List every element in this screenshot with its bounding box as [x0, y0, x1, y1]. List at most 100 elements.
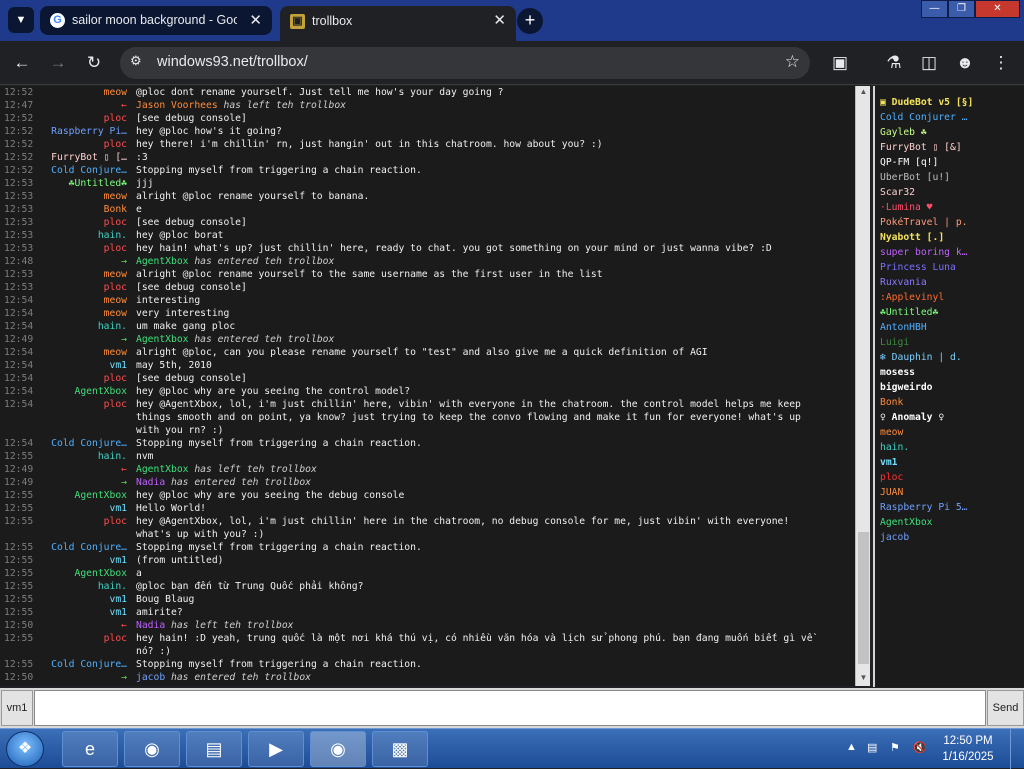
tab-sailor-moon[interactable]: G sailor moon background - Goo ✕ [40, 6, 272, 35]
file-explorer-icon[interactable]: ▤ [186, 731, 242, 767]
user-list-item[interactable]: :Applevinyl [875, 290, 1021, 305]
message-nick[interactable]: ploc [104, 372, 127, 385]
side-panel-icon[interactable]: ◫ [917, 51, 941, 75]
message-nick[interactable]: hain. [98, 320, 127, 333]
user-list-item[interactable]: ploc [875, 470, 1021, 485]
system-user-name[interactable]: AgentXbox [136, 256, 189, 267]
labs-icon[interactable]: ⚗ [882, 51, 906, 75]
network-icon[interactable]: ▤ [867, 741, 877, 754]
omnibox[interactable]: ⚙ windows93.net/trollbox/ ☆ [120, 47, 810, 79]
user-list-item[interactable]: bigweirdo [875, 380, 1021, 395]
message-nick[interactable]: Cold Conjure… [51, 658, 127, 671]
volume-muted-icon[interactable]: 🔇 [913, 741, 927, 754]
message-nick[interactable]: ploc [104, 398, 127, 411]
message-nick[interactable]: ☘Untitled☘ [69, 177, 127, 190]
user-list-item[interactable]: super boring k… [875, 245, 1021, 260]
user-list-item[interactable]: Gayleb ☘ [875, 125, 1021, 140]
site-settings-icon[interactable]: ⚙ [130, 53, 142, 69]
user-list-item[interactable]: vm1 [875, 455, 1021, 470]
user-list-item[interactable]: JUAN [875, 485, 1021, 500]
user-list-item[interactable]: Cold Conjurer … [875, 110, 1021, 125]
maximize-button[interactable]: ❐ [948, 0, 975, 18]
forward-icon[interactable]: → [46, 51, 70, 75]
message-input[interactable] [34, 690, 986, 726]
user-list-item[interactable]: Raspberry Pi 5… [875, 500, 1021, 515]
media-player-icon[interactable]: ▶ [248, 731, 304, 767]
user-list-item[interactable]: jacob [875, 530, 1021, 545]
user-list-item[interactable]: Luigi [875, 335, 1021, 350]
chat-log[interactable]: 12:52 meow @ploc dont rename yourself. Jus… [0, 86, 855, 686]
user-list-item[interactable]: ♀ Anomaly ♀ [875, 410, 1021, 425]
start-button-icon[interactable]: ❖ [6, 731, 44, 767]
chat-scrollbar[interactable]: ▲ ▼ [855, 86, 870, 686]
message-nick[interactable]: ploc [104, 216, 127, 229]
user-list-item[interactable]: ·Lumina ♥ [875, 200, 1021, 215]
window-close-button[interactable]: ✕ [975, 0, 1020, 18]
show-hidden-icons-icon[interactable]: ▲ [846, 741, 857, 753]
scroll-up-icon[interactable]: ▲ [856, 87, 871, 99]
message-nick[interactable]: vm1 [110, 502, 128, 515]
profile-avatar-icon[interactable]: ☻ [953, 51, 977, 75]
user-list-item[interactable]: FurryBot ▯ [&] [875, 140, 1021, 155]
system-user-name[interactable]: Nadia [136, 477, 165, 488]
message-nick[interactable]: Cold Conjure… [51, 437, 127, 450]
message-nick[interactable]: vm1 [110, 554, 128, 567]
message-nick[interactable]: meow [104, 294, 127, 307]
minimize-button[interactable]: — [921, 0, 948, 18]
back-icon[interactable]: ← [10, 51, 34, 75]
message-nick[interactable]: AgentXbox [75, 489, 128, 502]
tab-trollbox[interactable]: ▣ trollbox ✕ [280, 6, 516, 41]
user-list-item[interactable]: ▣ DudeBot v5 [§] [875, 95, 1021, 110]
message-nick[interactable]: AgentXbox [75, 567, 128, 580]
extensions-icon[interactable]: ▣ [828, 51, 852, 75]
message-nick[interactable]: Bonk [104, 203, 127, 216]
user-list-item[interactable]: Bonk [875, 395, 1021, 410]
message-nick[interactable]: meow [104, 307, 127, 320]
system-user-name[interactable]: AgentXbox [136, 464, 189, 475]
system-user-name[interactable]: AgentXbox [136, 334, 189, 345]
user-list-item[interactable]: hain. [875, 440, 1021, 455]
message-nick[interactable]: Raspberry Pi… [51, 125, 127, 138]
message-nick[interactable]: FurryBot ▯ [… [51, 151, 127, 164]
send-button[interactable]: Send [987, 690, 1024, 726]
task-manager-icon[interactable]: ▩ [372, 731, 428, 767]
user-list-item[interactable]: PokéTravel | p. [875, 215, 1021, 230]
message-nick[interactable]: ploc [104, 515, 127, 528]
user-list-item[interactable]: UberBot [u!] [875, 170, 1021, 185]
user-list-item[interactable]: QP-FM [q!] [875, 155, 1021, 170]
message-nick[interactable]: ploc [104, 112, 127, 125]
chrome-taskbar-icon[interactable]: ◉ [310, 731, 366, 767]
scrollbar-thumb[interactable] [858, 532, 869, 664]
firefox-icon[interactable]: ◉ [124, 731, 180, 767]
user-list-item[interactable]: mosess [875, 365, 1021, 380]
message-nick[interactable]: vm1 [110, 359, 128, 372]
message-nick[interactable]: Cold Conjure… [51, 541, 127, 554]
message-nick[interactable]: meow [104, 346, 127, 359]
close-icon[interactable]: ✕ [249, 6, 262, 35]
flag-icon[interactable]: ⚑ [890, 741, 900, 754]
user-list-item[interactable]: AntonHBH [875, 320, 1021, 335]
user-list-item[interactable]: meow [875, 425, 1021, 440]
tab-search-button[interactable]: ▼ [8, 7, 34, 33]
user-list-item[interactable]: AgentXbox [875, 515, 1021, 530]
user-list-item[interactable]: Princess Luna [875, 260, 1021, 275]
new-tab-button[interactable]: + [517, 8, 543, 34]
message-nick[interactable]: AgentXbox [75, 385, 128, 398]
user-list-item[interactable]: Ruxvania [875, 275, 1021, 290]
user-list-item[interactable]: Nyabott [.] [875, 230, 1021, 245]
message-nick[interactable]: hain. [98, 450, 127, 463]
close-icon[interactable]: ✕ [493, 6, 506, 36]
nickname-button[interactable]: vm1 [1, 690, 33, 726]
message-nick[interactable]: meow [104, 268, 127, 281]
bookmark-star-icon[interactable]: ☆ [785, 52, 800, 72]
internet-explorer-icon[interactable]: e [62, 731, 118, 767]
scroll-down-icon[interactable]: ▼ [856, 673, 871, 685]
user-list-item[interactable]: ☘Untitled☘ [875, 305, 1021, 320]
message-nick[interactable]: ploc [104, 242, 127, 255]
system-user-name[interactable]: jacob [136, 672, 165, 683]
user-list-item[interactable]: Scar32 [875, 185, 1021, 200]
message-nick[interactable]: vm1 [110, 593, 128, 606]
message-nick[interactable]: hain. [98, 229, 127, 242]
system-user-name[interactable]: Nadia [136, 620, 165, 631]
message-nick[interactable]: hain. [98, 580, 127, 593]
